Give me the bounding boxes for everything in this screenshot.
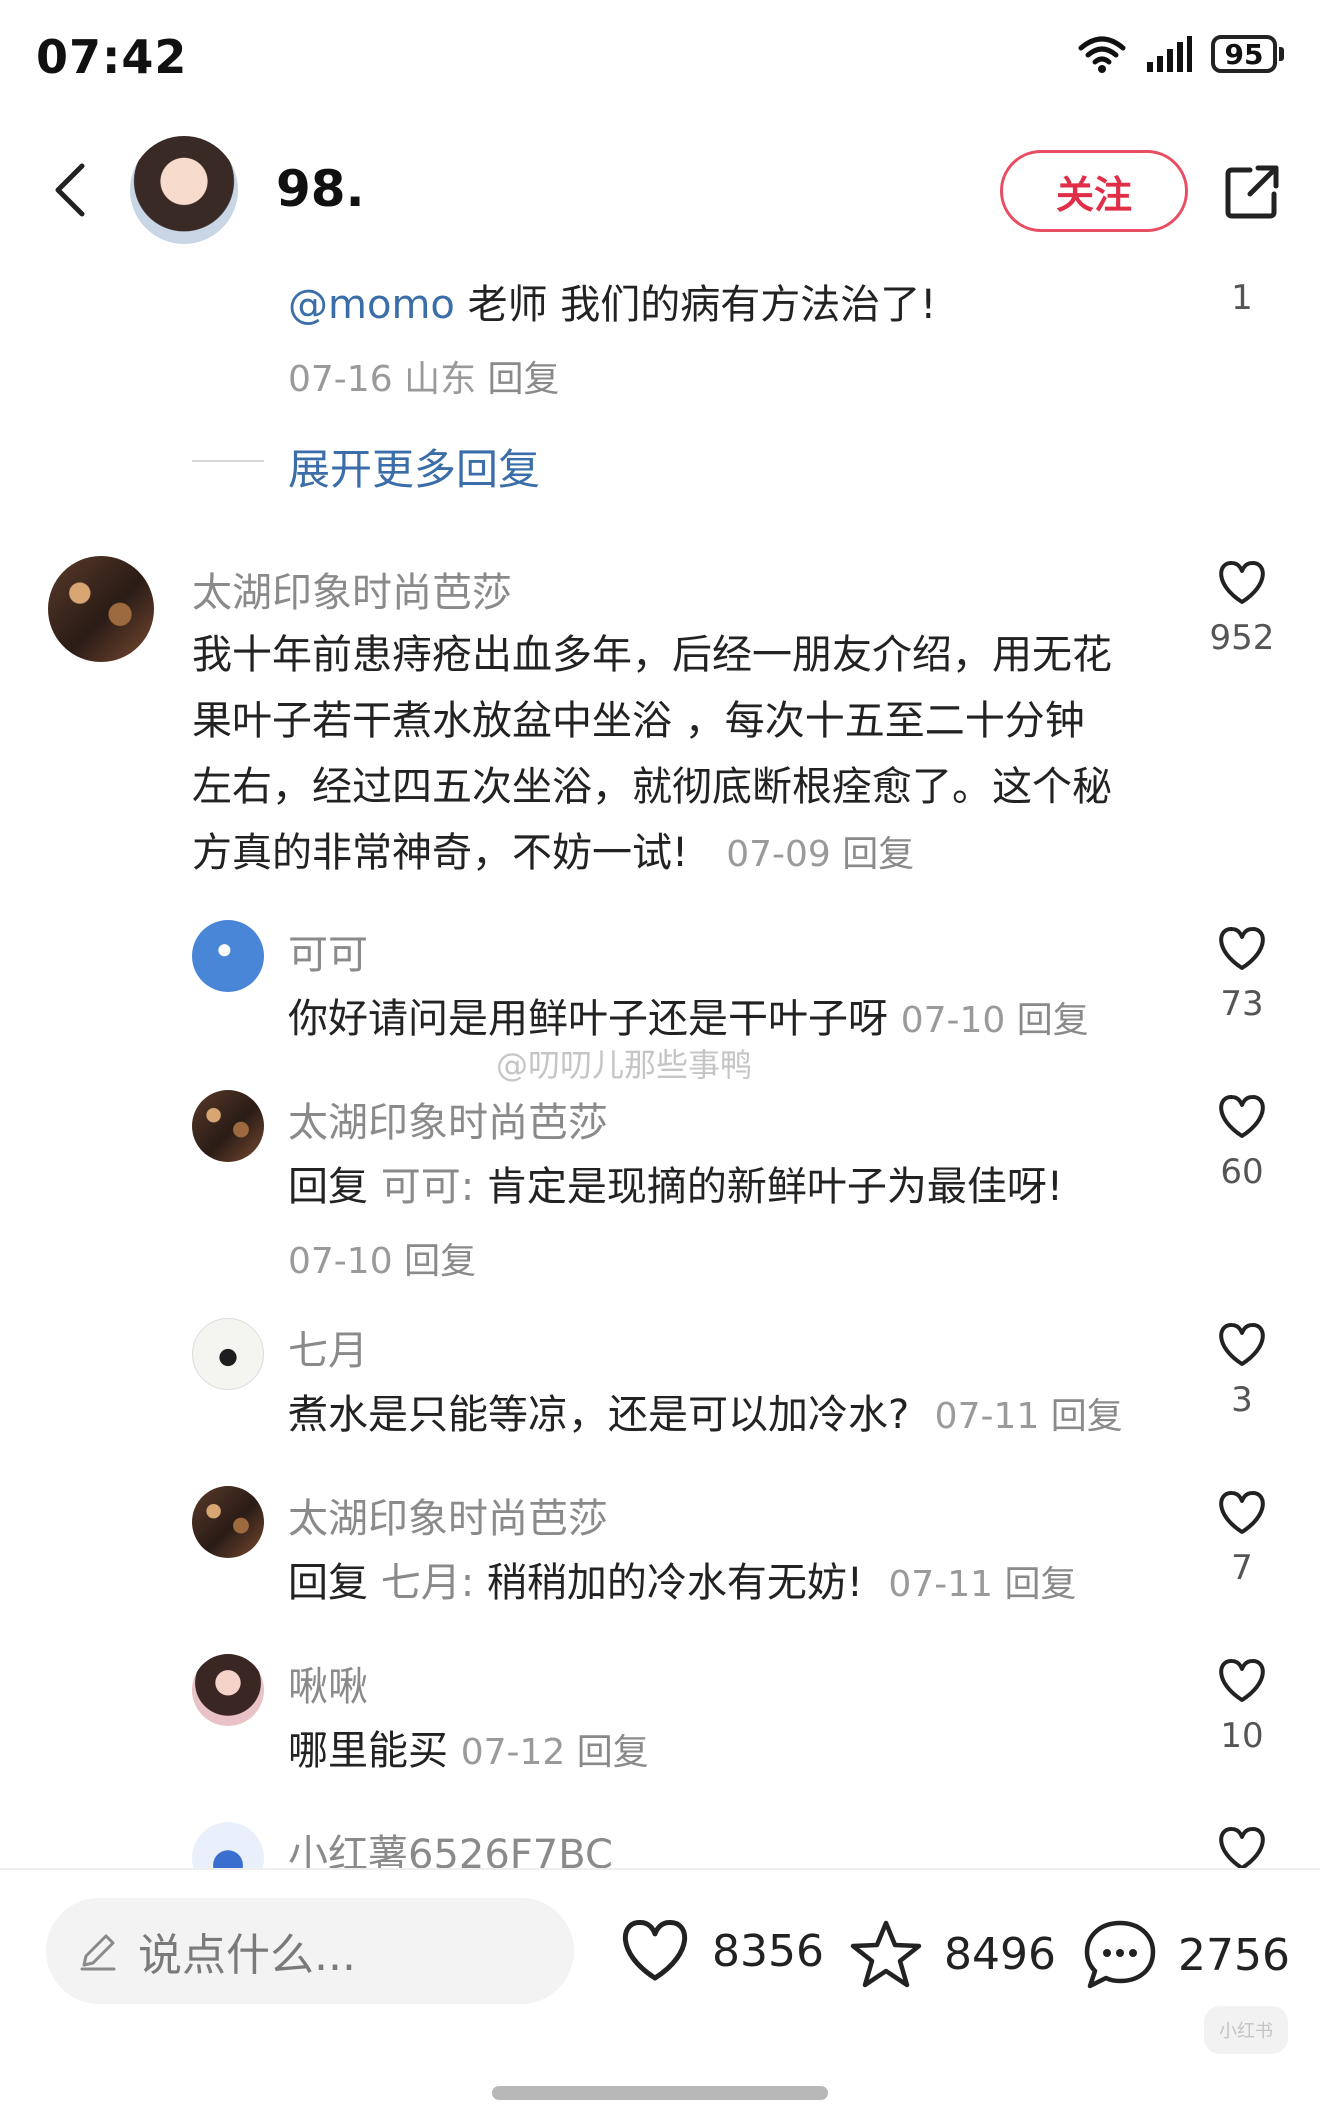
comment-like[interactable]: 3	[1192, 1322, 1292, 1420]
like-count: 8356	[712, 1925, 824, 1977]
comment-date: 07-10	[288, 1241, 393, 1282]
like-count: 10	[1220, 1716, 1264, 1756]
reply-meta: 07-16 山东 回复	[288, 350, 560, 402]
heart-icon[interactable]	[1216, 1490, 1268, 1536]
comment-like[interactable]: 10	[1192, 1658, 1292, 1756]
comment-input[interactable]: 说点什么...	[46, 1898, 574, 2004]
reply-button[interactable]: 回复	[1051, 1396, 1123, 1437]
author-name[interactable]: 98.	[276, 160, 365, 218]
comment-count: 2756	[1178, 1929, 1290, 1981]
comment-username[interactable]: 啾啾	[288, 1654, 368, 1712]
comment-text: 回复 可可: 肯定是现摘的新鲜叶子为最佳呀!	[288, 1164, 1063, 1210]
reply-button[interactable]: 回复	[842, 834, 914, 875]
watermark: @叨叨儿那些事鸭	[496, 1046, 753, 1084]
heart-icon[interactable]	[1216, 1322, 1268, 1368]
heart-icon[interactable]	[1216, 560, 1268, 606]
like-button[interactable]: 8356	[618, 1918, 824, 1984]
star-icon[interactable]	[848, 1918, 924, 1990]
favorite-count: 8496	[944, 1928, 1056, 1980]
comment-username[interactable]: 太湖印象时尚芭莎	[192, 560, 512, 618]
favorite-button[interactable]: 8496	[848, 1918, 1056, 1990]
commenter-avatar[interactable]	[192, 1090, 264, 1162]
comment-text: 哪里能买 07-12 回复	[288, 1728, 649, 1774]
reply-button[interactable]: 回复	[1004, 1564, 1076, 1605]
comment-username[interactable]: 太湖印象时尚芭莎	[288, 1486, 608, 1544]
reply-button[interactable]: 回复	[404, 1241, 476, 1282]
heart-icon[interactable]	[618, 1918, 692, 1984]
app-logo: 小红书	[1204, 2006, 1288, 2054]
commenter-avatar[interactable]	[192, 1654, 264, 1726]
comment-username[interactable]: 七月	[288, 1318, 368, 1376]
comment-like[interactable]: 7	[1192, 1490, 1292, 1588]
pencil-icon	[80, 1934, 116, 1971]
signal-icon	[1147, 36, 1192, 72]
battery-level: 95	[1211, 35, 1277, 73]
reply-button[interactable]: 回复	[1017, 1000, 1089, 1041]
comment-date: 07-09	[726, 834, 831, 875]
share-icon[interactable]	[1222, 162, 1282, 222]
commenter-avatar[interactable]	[48, 556, 154, 662]
like-count: 1	[1231, 278, 1253, 318]
commenter-avatar[interactable]	[192, 1486, 264, 1558]
comment-button[interactable]: 2756	[1082, 1918, 1290, 1992]
divider	[192, 460, 264, 462]
like-count: 3	[1231, 1380, 1253, 1420]
author-avatar[interactable]	[130, 136, 238, 244]
reply-location: 山东	[404, 359, 477, 400]
comment-input-placeholder: 说点什么...	[138, 1930, 356, 1981]
like-count: 7	[1231, 1548, 1253, 1588]
follow-button[interactable]: 关注	[1000, 150, 1188, 232]
back-arrow-icon[interactable]	[48, 160, 92, 220]
like-count: 60	[1220, 1152, 1264, 1192]
comment-meta: 07-10 回复	[288, 1232, 476, 1284]
comment-date: 07-12	[460, 1732, 566, 1773]
home-indicator[interactable]	[492, 2086, 828, 2100]
like-count: 952	[1209, 618, 1275, 658]
comment-like[interactable]	[1192, 1826, 1292, 1872]
reply-text: @momo 老师 我们的病有方法治了!	[288, 282, 937, 328]
reply-date: 07-16	[288, 359, 393, 400]
heart-icon[interactable]	[1216, 1658, 1268, 1704]
mention-link[interactable]: @momo	[288, 282, 455, 328]
comment-like[interactable]: 952	[1192, 560, 1292, 658]
comment-bubble-icon[interactable]	[1082, 1918, 1158, 1992]
heart-icon[interactable]	[1216, 1094, 1268, 1140]
comment-date: 07-11	[934, 1396, 1040, 1437]
commenter-avatar[interactable]	[192, 1318, 264, 1390]
comment-username[interactable]: 太湖印象时尚芭莎	[288, 1090, 608, 1148]
comment-like[interactable]: 60	[1192, 1094, 1292, 1192]
status-time: 07:42	[36, 30, 188, 84]
reply-like[interactable]: 1	[1192, 278, 1292, 318]
reply-to-user[interactable]: 七月:	[381, 1560, 474, 1606]
wifi-icon	[1078, 36, 1126, 73]
heart-icon[interactable]	[1216, 1826, 1268, 1872]
reply-to-user[interactable]: 可可:	[381, 1164, 474, 1210]
like-count: 73	[1220, 984, 1264, 1024]
status-icons: 95	[1077, 34, 1284, 74]
reply-button[interactable]: 回复	[577, 1732, 649, 1773]
comment-date: 07-11	[888, 1564, 993, 1605]
commenter-avatar[interactable]	[192, 920, 264, 992]
comment-date: 07-10	[900, 1000, 1006, 1041]
reply-button[interactable]: 回复	[488, 359, 560, 400]
expand-replies-button[interactable]: 展开更多回复	[288, 436, 540, 497]
comment-text: 回复 七月: 稍稍加的冷水有无妨! 07-11 回复	[288, 1560, 1077, 1606]
heart-icon[interactable]	[1216, 926, 1268, 972]
comment-username[interactable]: 可可	[288, 922, 368, 980]
battery-indicator: 95	[1211, 35, 1284, 73]
comment-like[interactable]: 73	[1192, 926, 1292, 1024]
comment-text: 我十年前患痔疮出血多年，后经一朋友介绍，用无花 果叶子若干煮水放盆中坐浴 ，每次…	[192, 632, 1112, 876]
comment-text: 煮水是只能等凉，还是可以加冷水? 07-11 回复	[288, 1392, 1123, 1438]
